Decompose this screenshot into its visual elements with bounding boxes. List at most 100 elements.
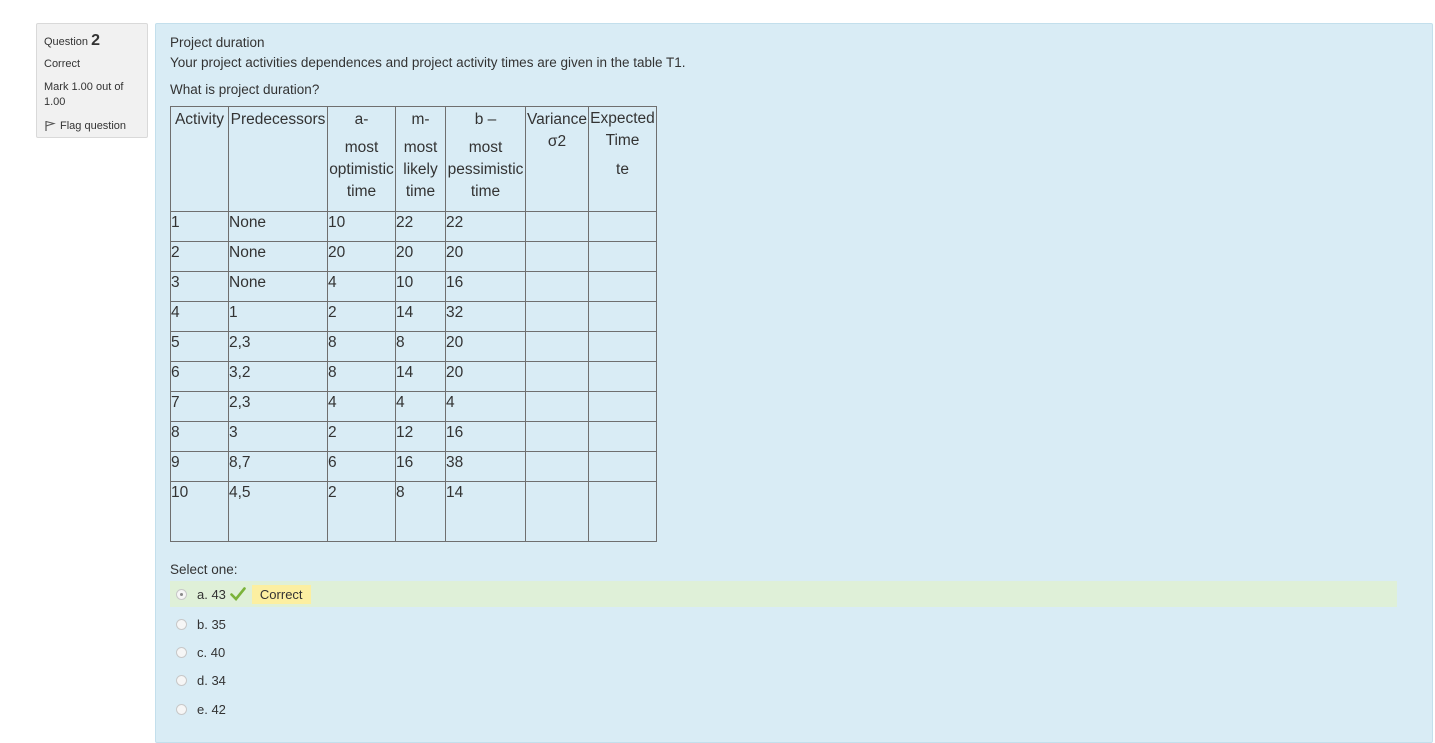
answer-prompt: Select one: — [170, 562, 238, 577]
table-cell: 2 — [327, 481, 396, 542]
answer-option[interactable]: a. 43 Correct — [170, 581, 1397, 607]
feedback-badge: Correct — [251, 584, 311, 604]
table-cell — [525, 271, 589, 302]
table-cell: 8,7 — [228, 451, 328, 482]
table-cell — [588, 331, 657, 362]
table-cell: 6 — [170, 361, 229, 392]
question-info: Question 2 Correct Mark 1.00 out of 1.00… — [36, 23, 148, 138]
table-cell — [525, 421, 589, 452]
answer-label[interactable]: e. 42 — [197, 702, 226, 717]
activity-table: Activity Predecessors a-most optimistic time… — [170, 106, 657, 542]
table-cell — [525, 481, 589, 542]
header-line: Activity — [174, 111, 225, 128]
table-cell: 14 — [445, 481, 526, 542]
header-line: time — [470, 183, 501, 200]
header-line: time — [346, 183, 377, 200]
table-row: 7 2,3 4 4 4 — [170, 391, 657, 422]
correct-check-icon — [230, 587, 246, 601]
answer-radio[interactable] — [176, 618, 187, 630]
table-cell: 20 — [445, 361, 526, 392]
table-cell — [525, 331, 589, 362]
header-line: a- — [354, 111, 369, 128]
table-cell: 5 — [170, 331, 229, 362]
table-cell: 6 — [327, 451, 396, 482]
table-cell: 3,2 — [228, 361, 328, 392]
table-cell: 8 — [395, 481, 446, 542]
table-row: 1 None 10 22 22 — [170, 211, 657, 242]
answer-option[interactable]: e. 42 — [170, 696, 1382, 722]
table-cell: 10 — [170, 481, 229, 542]
table-row: 9 8,7 6 16 38 — [170, 451, 657, 482]
table-cell: 1 — [170, 211, 229, 242]
header-line: te — [616, 161, 629, 178]
table-cell: 20 — [327, 241, 396, 272]
table-cell — [525, 361, 589, 392]
table-cell: 14 — [395, 301, 446, 332]
table-cell — [588, 271, 657, 302]
table-cell: 16 — [445, 421, 526, 452]
flag-question-label: Flag question — [60, 120, 127, 132]
table-header-cell: a-most optimistic time — [327, 106, 396, 212]
header-line: most — [468, 139, 503, 156]
flag-question-button[interactable]: Flag question — [44, 120, 140, 132]
header-line: m- — [411, 111, 430, 128]
table-body: 1 None 10 22 22 2 None 20 20 20 3 None 4 10 16 4 1 2 14 32 5… — [170, 211, 657, 542]
table-cell: 20 — [445, 331, 526, 362]
table-cell: 4 — [445, 391, 526, 422]
header-line: optimistic — [329, 161, 394, 178]
answer-radio[interactable] — [176, 703, 187, 715]
header-line: most — [403, 139, 438, 156]
table-header-cell: Activity — [170, 106, 229, 212]
table-cell: 10 — [327, 211, 396, 242]
table-cell — [525, 451, 589, 482]
table-cell: 14 — [395, 361, 446, 392]
header-line: Time — [605, 132, 640, 149]
table-header-row: Activity Predecessors a-most optimistic time… — [170, 106, 657, 212]
table-row: 2 None 20 20 20 — [170, 241, 657, 272]
question-description: Your project activities dependences and … — [170, 55, 686, 70]
answer-label[interactable]: a. 43 — [197, 587, 226, 602]
answer-radio[interactable] — [176, 588, 187, 600]
question-number: Question 2 — [44, 32, 100, 49]
table-header-cell: Predecessors — [228, 106, 328, 212]
answer-label[interactable]: d. 34 — [197, 673, 226, 688]
table-cell: None — [228, 211, 328, 242]
table-cell: 20 — [445, 241, 526, 272]
table-cell: 2 — [170, 241, 229, 272]
table-cell — [525, 301, 589, 332]
table-cell: 38 — [445, 451, 526, 482]
table-cell: 10 — [395, 271, 446, 302]
header-line: Variance — [526, 111, 588, 128]
answer-radio[interactable] — [176, 674, 187, 686]
table-cell — [588, 241, 657, 272]
table-cell — [525, 211, 589, 242]
header-line: Expected — [590, 110, 655, 127]
table-header-cell: Expected Time te — [588, 106, 657, 212]
answer-option[interactable]: c. 40 — [170, 639, 1382, 665]
table-cell: 3 — [170, 271, 229, 302]
table-cell: 16 — [395, 451, 446, 482]
table-cell: 2 — [327, 301, 396, 332]
table-row: 6 3,2 8 14 20 — [170, 361, 657, 392]
answer-option[interactable]: d. 34 — [170, 667, 1382, 693]
table-cell: 8 — [170, 421, 229, 452]
table-cell: 9 — [170, 451, 229, 482]
table-cell: 7 — [170, 391, 229, 422]
header-line: most — [344, 139, 379, 156]
answer-option[interactable]: b. 35 — [170, 611, 1382, 637]
table-row: 4 1 2 14 32 — [170, 301, 657, 332]
table-cell: 1 — [228, 301, 328, 332]
answer-label[interactable]: b. 35 — [197, 617, 226, 632]
answer-label[interactable]: c. 40 — [197, 645, 225, 660]
table-cell: 4 — [327, 271, 396, 302]
table-cell — [588, 451, 657, 482]
header-line: pessimistic — [447, 161, 524, 178]
table-cell: None — [228, 271, 328, 302]
question-title: Project duration — [170, 35, 265, 50]
table-row: 8 3 2 12 16 — [170, 421, 657, 452]
table-row: 3 None 4 10 16 — [170, 271, 657, 302]
table-cell — [588, 481, 657, 542]
table-header-cell: m-most likely time — [395, 106, 446, 212]
table-header-cell: Variance σ2 — [525, 106, 589, 212]
answer-radio[interactable] — [176, 646, 187, 658]
